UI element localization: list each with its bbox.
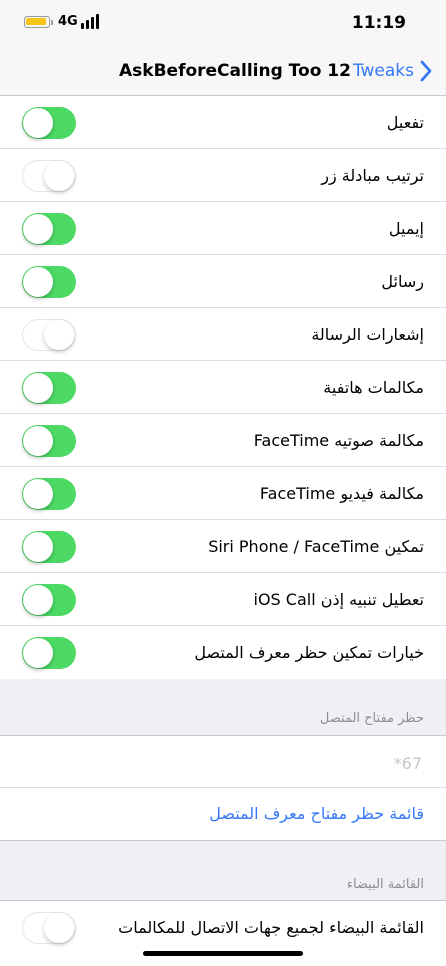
whitelist-group: القائمة البيضاء لجميع جهات الاتصال للمكا…	[0, 900, 446, 966]
setting-label: القائمة البيضاء لجميع جهات الاتصال للمكا…	[118, 918, 424, 937]
setting-label: ترتيب مبادلة زر	[321, 166, 424, 185]
setting-row-whitelist: القائمة البيضاء لجميع جهات الاتصال للمكا…	[0, 901, 446, 954]
ios-call-alert-toggle[interactable]	[22, 584, 76, 616]
toggle-knob	[44, 913, 74, 943]
setting-row-ios-call-alert: تعطيل تنبيه إذن iOS Call	[0, 573, 446, 626]
phone-calls-toggle[interactable]	[22, 372, 76, 404]
page-title: AskBeforeCalling Too 12	[119, 61, 351, 81]
caller-id-block-toggle[interactable]	[22, 637, 76, 669]
enable-toggle[interactable]	[22, 107, 76, 139]
block-code-input[interactable]	[120, 736, 424, 790]
toggle-knob	[23, 638, 53, 668]
section-header-whitelist: القائمة البيضاء	[346, 877, 424, 892]
facetime-audio-toggle[interactable]	[22, 425, 76, 457]
setting-label: إشعارات الرسالة	[311, 325, 424, 344]
setting-label: إيميل	[388, 219, 424, 238]
navigation-bar: AskBeforeCalling Too 12 Tweaks	[0, 50, 446, 96]
setting-label: تفعيل	[386, 113, 424, 132]
setting-row-caller-id-block: خيارات تمكين حظر معرف المتصل	[0, 626, 446, 679]
setting-label: رسائل	[381, 272, 424, 291]
messages-toggle[interactable]	[22, 266, 76, 298]
email-toggle[interactable]	[22, 213, 76, 245]
setting-label: تمكين Siri Phone / FaceTime	[208, 537, 424, 556]
toggle-knob	[23, 426, 53, 456]
toggle-knob	[23, 373, 53, 403]
setting-row-facetime-video: مكالمة فيديو FaceTime	[0, 467, 446, 520]
status-time: 11:19	[351, 13, 406, 33]
setting-label: مكالمة صوتيه FaceTime	[253, 431, 424, 450]
siri-toggle[interactable]	[22, 531, 76, 563]
setting-label: مكالمة فيديو FaceTime	[259, 484, 424, 503]
home-indicator	[143, 951, 303, 956]
setting-row-messages: رسائل	[0, 255, 446, 308]
status-bar: 4G 11:19	[0, 0, 446, 50]
setting-row-email: إيميل	[0, 202, 446, 255]
setting-row-message-notifications: إشعارات الرسالة	[0, 308, 446, 361]
whitelist-toggle[interactable]	[22, 912, 76, 944]
back-button[interactable]: Tweaks	[353, 60, 432, 82]
setting-row-siri: تمكين Siri Phone / FaceTime	[0, 520, 446, 573]
toggle-knob	[23, 214, 53, 244]
facetime-video-toggle[interactable]	[22, 478, 76, 510]
battery-cap	[51, 20, 53, 25]
message-notifications-toggle[interactable]	[22, 319, 76, 351]
settings-list: تفعيل ترتيب مبادلة زر إيميل رسائل إشعارا…	[0, 96, 446, 679]
section-header-block: حظر مفتاح المتصل	[319, 711, 424, 726]
setting-label: تعطيل تنبيه إذن iOS Call	[253, 590, 425, 609]
setting-row-facetime-audio: مكالمة صوتيه FaceTime	[0, 414, 446, 467]
toggle-knob	[44, 320, 74, 350]
network-type: 4G	[58, 14, 78, 29]
setting-row-enable: تفعيل	[0, 96, 446, 149]
block-list-row[interactable]: قائمة حظر مفتاح معرف المتصل	[0, 788, 446, 840]
setting-row-phone-calls: مكالمات هاتفية	[0, 361, 446, 414]
back-button-label: Tweaks	[352, 61, 414, 81]
toggle-knob	[23, 108, 53, 138]
block-list-link[interactable]: قائمة حظر مفتاح معرف المتصل	[209, 788, 424, 840]
toggle-knob	[23, 532, 53, 562]
battery-icon	[24, 16, 50, 28]
signal-icon	[81, 14, 103, 29]
setting-label: مكالمات هاتفية	[323, 378, 424, 397]
toggle-knob	[44, 161, 74, 191]
toggle-knob	[23, 479, 53, 509]
block-group: قائمة حظر مفتاح معرف المتصل	[0, 735, 446, 841]
battery-level	[26, 18, 46, 25]
toggle-knob	[23, 267, 53, 297]
chevron-right-icon	[420, 60, 432, 82]
code-input-row	[0, 736, 446, 790]
setting-label: خيارات تمكين حظر معرف المتصل	[194, 643, 424, 662]
toggle-knob	[23, 585, 53, 615]
button-swap-toggle[interactable]	[22, 160, 76, 192]
setting-row-button-swap: ترتيب مبادلة زر	[0, 149, 446, 202]
